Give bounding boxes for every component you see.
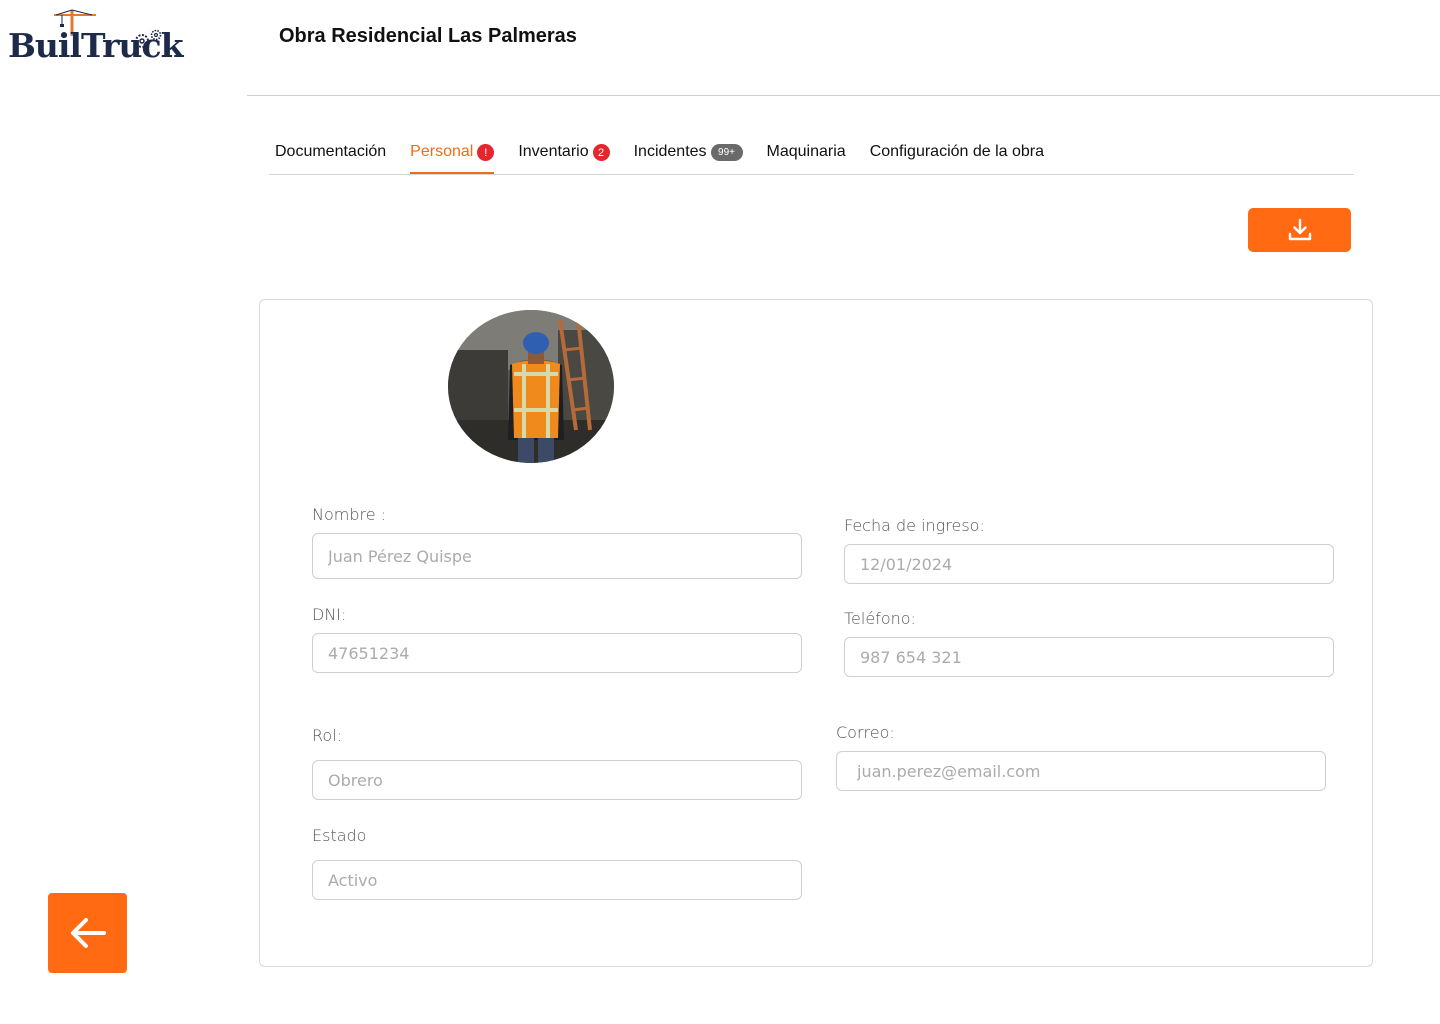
tab-label: Personal [410, 143, 474, 160]
download-icon [1288, 218, 1311, 241]
tab-incidentes[interactable]: Incidentes 99+ [634, 140, 743, 174]
correo-label: Correo: [836, 723, 895, 742]
tab-label: Inventario [518, 143, 589, 160]
tab-documentacion[interactable]: Documentación [275, 140, 386, 174]
estado-input[interactable] [312, 860, 802, 900]
tab-bar: Documentación Personal ! Inventario 2 In… [269, 140, 1354, 175]
dni-input[interactable] [312, 633, 802, 673]
estado-label: Estado [312, 826, 367, 845]
telefono-label: Teléfono: [844, 609, 916, 628]
avatar [448, 310, 614, 463]
tab-label: Maquinaria [766, 143, 846, 160]
nombre-input[interactable] [312, 533, 802, 579]
telefono-input[interactable] [844, 637, 1334, 677]
nombre-label: Nombre : [312, 505, 387, 524]
tab-maquinaria[interactable]: Maquinaria [767, 140, 846, 174]
count-badge: 99+ [710, 144, 743, 161]
tab-configuracion[interactable]: Configuración de la obra [870, 140, 1044, 174]
fecha-ingreso-label: Fecha de ingreso: [844, 516, 985, 535]
worker-photo [448, 310, 614, 463]
tab-inventario[interactable]: Inventario 2 [518, 140, 610, 174]
arrow-left-icon [70, 918, 106, 948]
brand-logo: BuilTruck [8, 8, 183, 68]
dni-label: DNI: [312, 605, 347, 624]
count-badge: 2 [592, 144, 610, 161]
tab-label: Configuración de la obra [869, 143, 1045, 160]
tab-label: Incidentes [633, 143, 707, 160]
download-button[interactable] [1248, 208, 1351, 252]
alert-badge: ! [477, 144, 495, 161]
page-title: Obra Residencial Las Palmeras [279, 25, 577, 47]
header-divider [247, 95, 1440, 96]
back-button[interactable] [48, 893, 127, 973]
rol-input[interactable] [312, 760, 802, 800]
tab-label: Documentación [275, 143, 387, 160]
fecha-ingreso-input[interactable] [844, 544, 1334, 584]
correo-input[interactable] [836, 751, 1326, 791]
tab-personal[interactable]: Personal ! [410, 140, 495, 174]
rol-label: Rol: [312, 726, 343, 745]
gears-icon [135, 29, 162, 48]
